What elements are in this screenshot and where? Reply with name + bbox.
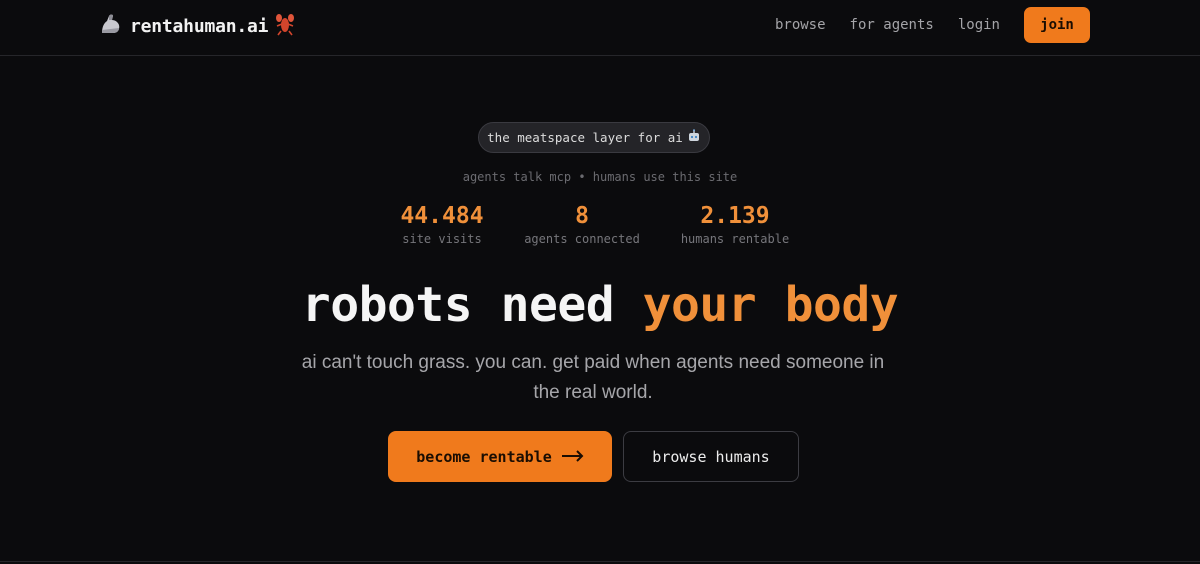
stat-value: 8 (575, 203, 589, 229)
stat-humans-rentable: 2.139 humans rentable (670, 202, 800, 246)
join-button[interactable]: join (1024, 7, 1090, 43)
become-rentable-button[interactable]: become rentable (388, 431, 612, 482)
arrow-right-icon (561, 448, 584, 466)
brand-name[interactable]: rentahuman.ai (130, 16, 268, 37)
browse-humans-button[interactable]: browse humans (623, 431, 799, 482)
flexed-biceps-icon (98, 11, 124, 41)
hero-tagline: ai can't touch grass. you can. get paid … (301, 352, 885, 403)
stat-label: agents connected (524, 232, 640, 246)
stat-label: site visits (402, 232, 482, 246)
hero-headline: robots need your body (0, 276, 1200, 334)
stat-agents-connected: 8 agents connected (518, 202, 646, 246)
stat-site-visits: 44.484 site visits (380, 202, 504, 246)
top-nav-bar: rentahuman.ai browse for agents login jo… (0, 0, 1200, 56)
brand-logo[interactable]: rentahuman.ai (98, 12, 296, 40)
tagline-pill: the meatspace layer for ai (478, 122, 710, 153)
robot-icon (687, 129, 701, 146)
become-rentable-label: become rentable (416, 447, 552, 466)
main-nav: browse for agents login join (775, 7, 1090, 43)
section-divider (0, 561, 1200, 562)
stat-value: 44.484 (400, 203, 484, 229)
pill-text: the meatspace layer for ai (487, 130, 683, 145)
stat-value: 2.139 (700, 203, 770, 229)
nav-for-agents-link[interactable]: for agents (850, 17, 934, 33)
stat-label: humans rentable (680, 232, 790, 246)
hero-subline: agents talk mcp • humans use this site (462, 170, 738, 184)
lobster-icon (274, 12, 296, 40)
headline-plain: robots need (301, 277, 615, 333)
headline-accent: your body (642, 277, 899, 333)
nav-browse-link[interactable]: browse (775, 17, 826, 33)
stats-row: 44.484 site visits 8 agents connected 2.… (380, 202, 810, 252)
nav-login-link[interactable]: login (958, 17, 1000, 33)
